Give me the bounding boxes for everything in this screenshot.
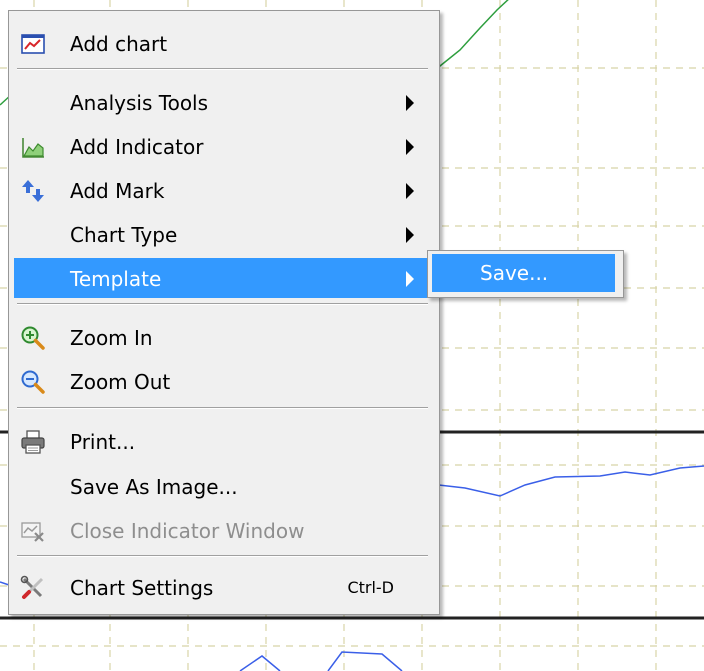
submenu-arrow-icon bbox=[406, 227, 414, 243]
menu-separator bbox=[17, 555, 428, 557]
indicator-icon bbox=[20, 134, 46, 160]
menu-item-label: Zoom Out bbox=[70, 370, 171, 394]
menu-item-analysis-tools[interactable]: Analysis Tools bbox=[14, 82, 430, 122]
menu-item-label: Chart Settings bbox=[70, 576, 214, 600]
menu-item-label: Save... bbox=[480, 261, 549, 285]
menu-separator bbox=[17, 407, 428, 409]
submenu-arrow-icon bbox=[406, 271, 414, 287]
submenu-arrow-icon bbox=[406, 183, 414, 199]
zoom-in-icon bbox=[20, 325, 46, 351]
template-submenu: Save... bbox=[427, 250, 624, 298]
menu-item-label: Close Indicator Window bbox=[70, 519, 305, 543]
menu-item-save-as-image[interactable]: Save As Image... bbox=[14, 466, 430, 506]
menu-item-print[interactable]: Print... bbox=[14, 421, 430, 461]
menu-item-zoom-out[interactable]: Zoom Out bbox=[14, 361, 430, 401]
indicator-line-blue-lower bbox=[327, 651, 403, 671]
submenu-arrow-icon bbox=[406, 139, 414, 155]
add-mark-icon bbox=[20, 178, 46, 204]
menu-item-chart-type[interactable]: Chart Type bbox=[14, 214, 430, 254]
menu-item-label: Template bbox=[70, 267, 162, 291]
settings-tools-icon bbox=[20, 575, 46, 601]
menu-item-label: Print... bbox=[70, 430, 136, 454]
menu-item-add-indicator[interactable]: Add Indicator bbox=[14, 126, 430, 166]
menu-item-template[interactable]: Template bbox=[14, 258, 430, 298]
menu-item-label: Add Indicator bbox=[70, 135, 204, 159]
menu-item-chart-settings[interactable]: Chart Settings Ctrl-D bbox=[14, 567, 430, 607]
menu-item-label: Chart Type bbox=[70, 223, 178, 247]
menu-separator bbox=[17, 68, 428, 70]
chart-context-menu: Add chart Analysis Tools Add Indicator A… bbox=[8, 10, 440, 615]
menu-item-label: Add Mark bbox=[70, 179, 165, 203]
menu-item-close-indicator-window[interactable]: Close Indicator Window bbox=[14, 510, 430, 550]
indicator-line-blue bbox=[429, 465, 704, 497]
menu-separator bbox=[17, 303, 428, 305]
submenu-arrow-icon bbox=[406, 95, 414, 111]
close-indicator-icon bbox=[20, 518, 46, 544]
indicator-line-blue-lower bbox=[239, 655, 281, 671]
printer-icon bbox=[20, 429, 46, 455]
menu-item-add-mark[interactable]: Add Mark bbox=[14, 170, 430, 210]
menu-item-shortcut: Ctrl-D bbox=[347, 578, 394, 597]
menu-item-label: Save As Image... bbox=[70, 475, 238, 499]
zoom-out-icon bbox=[20, 369, 46, 395]
menu-item-label: Zoom In bbox=[70, 326, 153, 350]
menu-item-add-chart[interactable]: Add chart bbox=[14, 23, 430, 63]
menu-item-label: Analysis Tools bbox=[70, 91, 209, 115]
menu-item-label: Add chart bbox=[70, 32, 168, 56]
menu-item-zoom-in[interactable]: Zoom In bbox=[14, 317, 430, 357]
submenu-item-save[interactable]: Save... bbox=[432, 254, 615, 292]
add-chart-icon bbox=[20, 31, 46, 57]
